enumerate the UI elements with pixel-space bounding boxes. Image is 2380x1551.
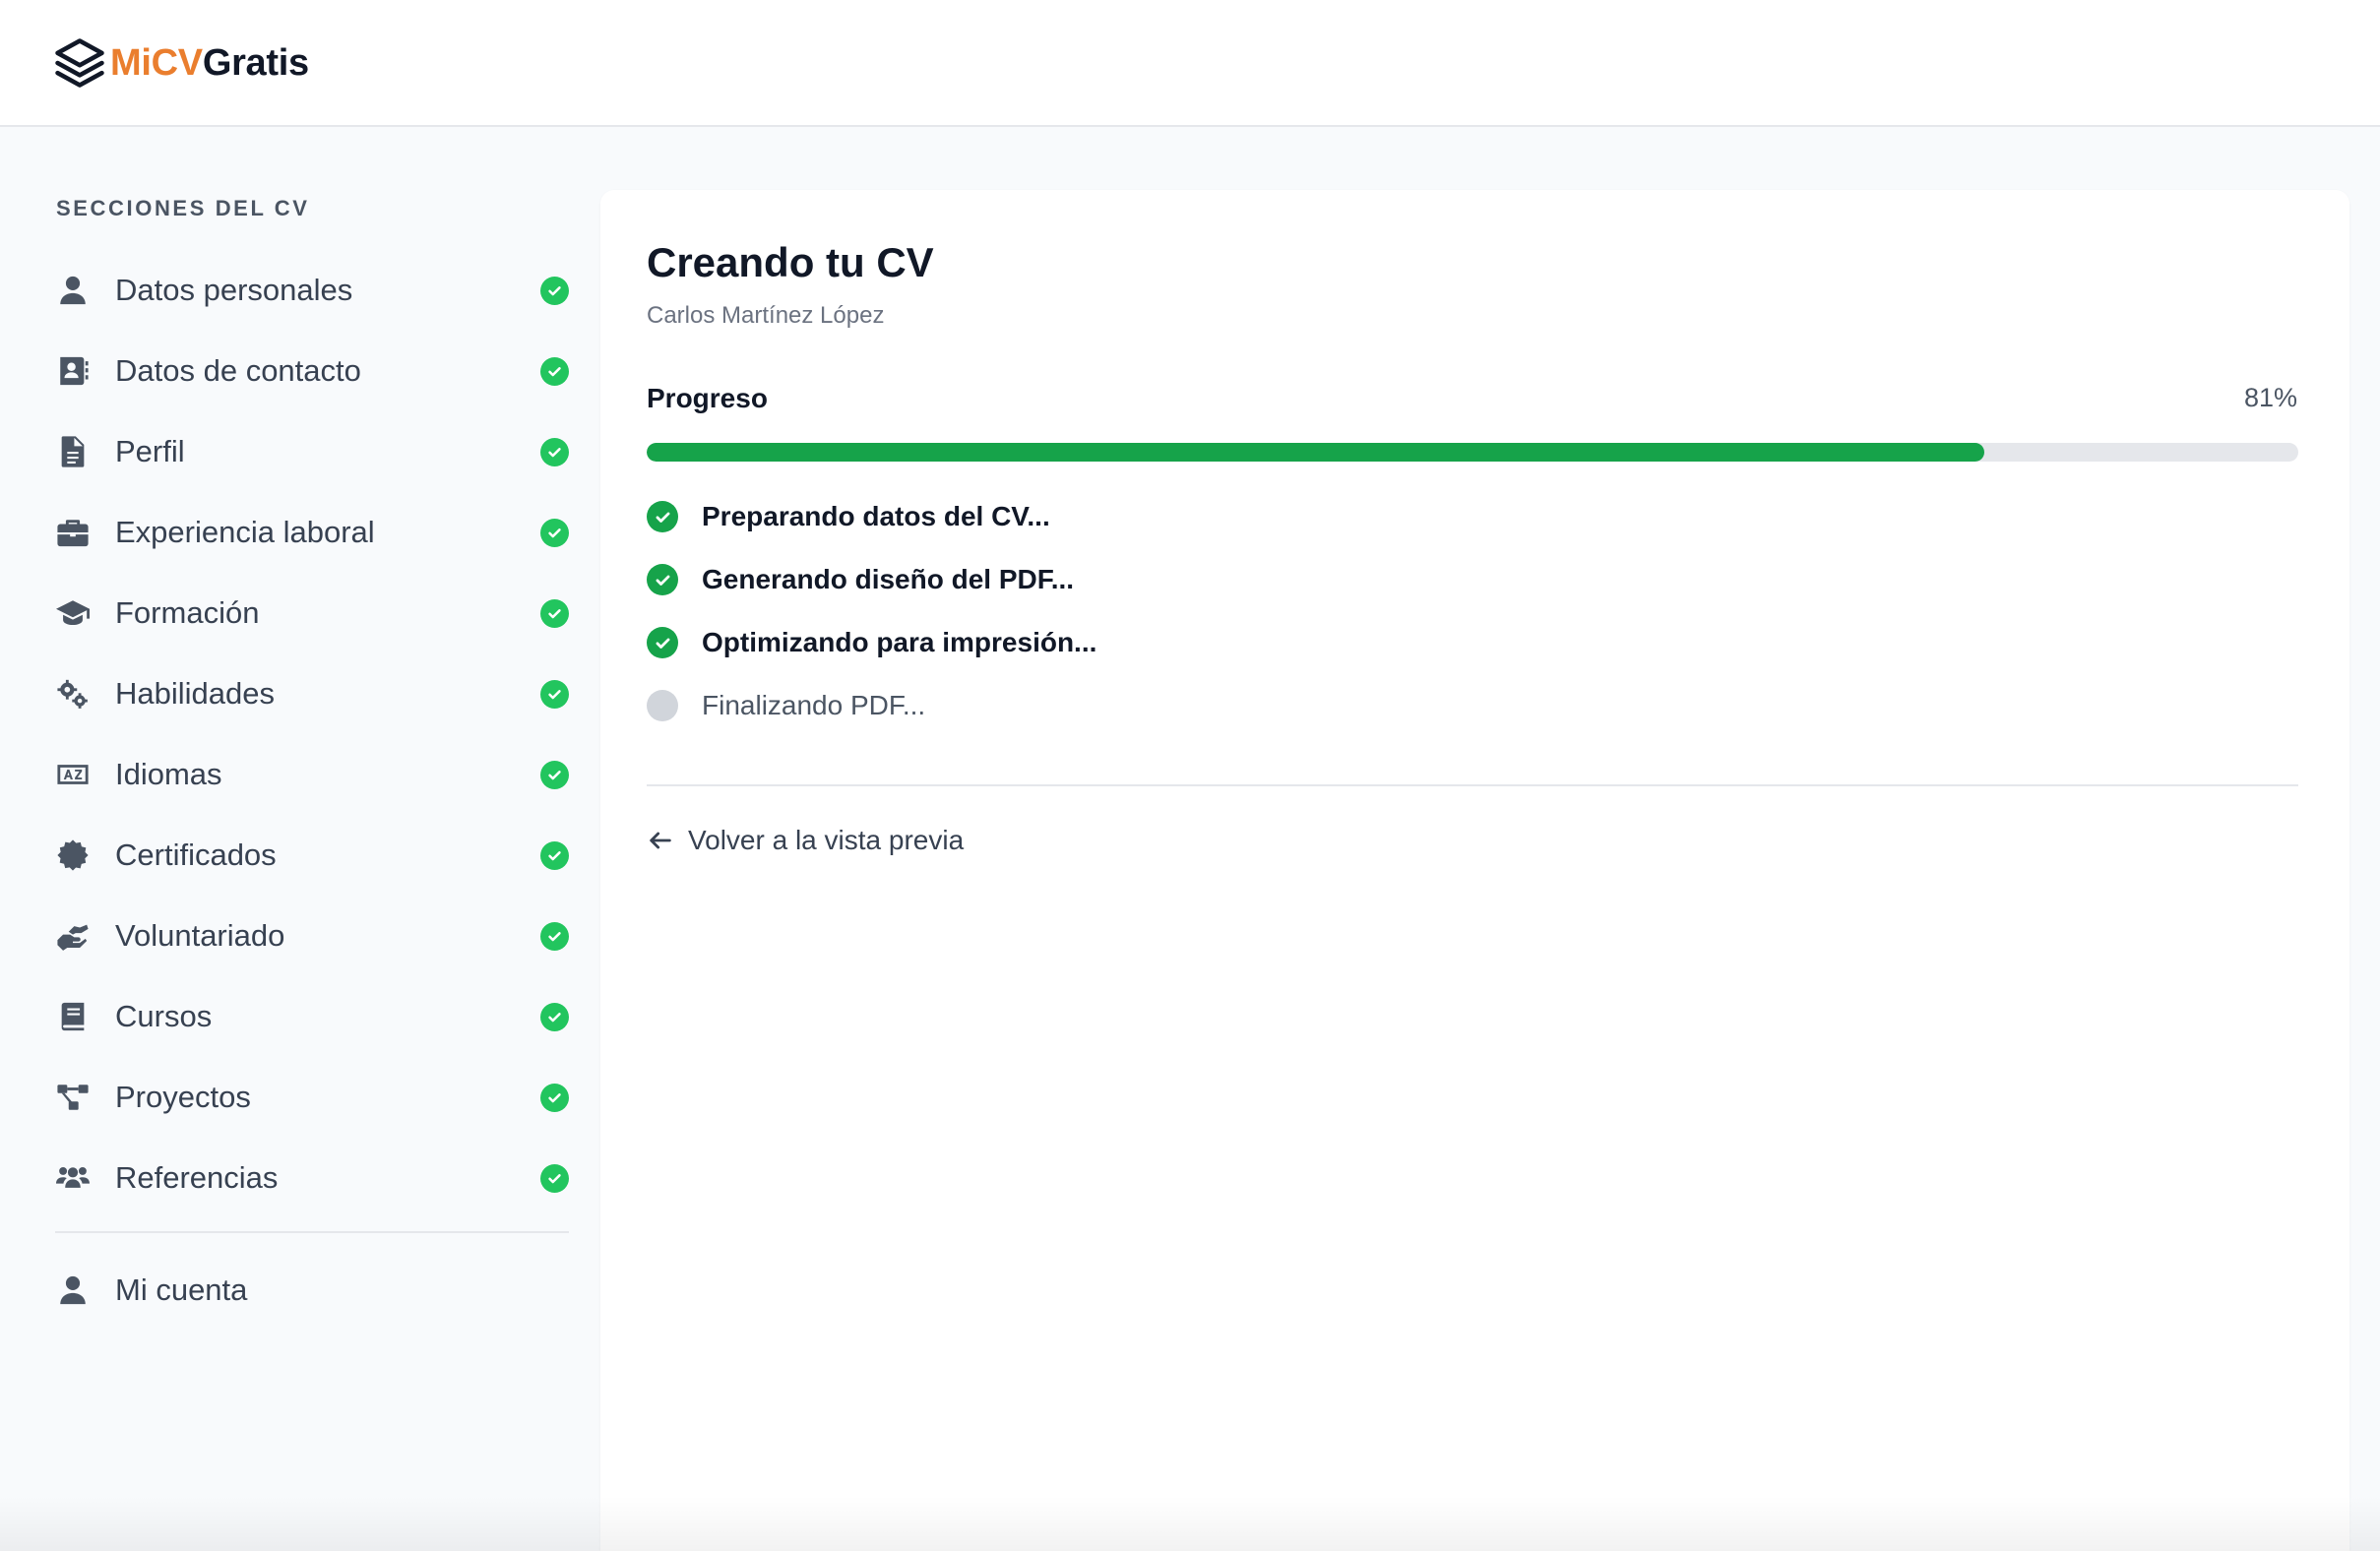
project-diagram-icon — [55, 1080, 91, 1115]
sidebar-item-label: Formación — [115, 595, 260, 630]
check-circle-icon — [540, 599, 569, 628]
progress-bar — [647, 443, 2298, 462]
sidebar-item-label: Idiomas — [115, 757, 222, 791]
sidebar-item-label: Datos de contacto — [115, 353, 361, 388]
language-icon — [55, 757, 91, 792]
sidebar-item-label: Certificados — [115, 838, 277, 872]
check-circle-icon — [647, 627, 678, 658]
sidebar: SECCIONES DEL CV Datos personales Datos … — [0, 129, 600, 1551]
progress-label: Progreso — [647, 383, 768, 413]
sidebar-item-datos-de-contacto[interactable]: Datos de contacto — [55, 340, 569, 403]
users-icon — [55, 1160, 91, 1196]
check-circle-icon — [540, 841, 569, 870]
step-label: Optimizando para impresión... — [702, 627, 1097, 657]
sidebar-item-habilidades[interactable]: Habilidades — [55, 662, 569, 725]
pending-circle-icon — [647, 690, 678, 721]
sidebar-item-formacion[interactable]: Formación — [55, 582, 569, 645]
step-item: Optimizando para impresión... — [647, 623, 1096, 662]
page-title: Creando tu CV — [647, 239, 934, 285]
cv-owner-name: Carlos Martínez López — [647, 302, 885, 329]
hands-helping-icon — [55, 918, 91, 954]
step-item: Finalizando PDF... — [647, 686, 925, 725]
check-circle-icon — [540, 519, 569, 547]
briefcase-icon — [55, 515, 91, 550]
sidebar-item-certificados[interactable]: Certificados — [55, 824, 569, 887]
gears-icon — [55, 676, 91, 712]
check-circle-icon — [540, 922, 569, 951]
layers-icon — [55, 38, 104, 88]
card-divider — [647, 784, 2298, 786]
arrow-left-icon — [650, 832, 671, 849]
logo-text-brand: MiCV — [110, 41, 203, 84]
step-item: Preparando datos del CV... — [647, 497, 1050, 536]
sidebar-heading: SECCIONES DEL CV — [56, 196, 310, 220]
check-circle-icon — [540, 277, 569, 305]
check-circle-icon — [540, 1084, 569, 1112]
sidebar-item-idiomas[interactable]: Idiomas — [55, 743, 569, 806]
document-icon — [55, 434, 91, 469]
sidebar-item-perfil[interactable]: Perfil — [55, 420, 569, 483]
certificate-icon — [55, 838, 91, 873]
logo-text: MiCVGratis — [110, 42, 309, 85]
sidebar-item-datos-personales[interactable]: Datos personales — [55, 259, 569, 322]
user-icon — [55, 1272, 91, 1308]
step-label: Generando diseño del PDF... — [702, 564, 1075, 594]
app-logo[interactable]: MiCVGratis — [53, 33, 309, 93]
sidebar-item-label: Voluntariado — [115, 918, 285, 953]
sidebar-divider — [55, 1231, 569, 1233]
sidebar-item-label: Perfil — [115, 434, 185, 468]
check-circle-icon — [540, 761, 569, 789]
graduation-cap-icon — [55, 595, 91, 631]
sidebar-item-cursos[interactable]: Cursos — [55, 985, 569, 1048]
sidebar-item-voluntariado[interactable]: Voluntariado — [55, 904, 569, 967]
step-label: Finalizando PDF... — [702, 690, 926, 720]
user-icon — [55, 273, 91, 308]
sidebar-item-label: Mi cuenta — [115, 1272, 248, 1307]
check-circle-icon — [540, 357, 569, 386]
address-book-icon — [55, 353, 91, 389]
progress-percentage: 81% — [2243, 383, 2297, 412]
progress-card: Creando tu CV Carlos Martínez López Prog… — [600, 190, 2349, 1551]
progress-bar-fill — [647, 443, 1985, 462]
sidebar-item-experiencia-laboral[interactable]: Experiencia laboral — [55, 501, 569, 564]
top-header: MiCVGratis — [0, 0, 2380, 127]
check-circle-icon — [540, 1003, 569, 1031]
check-circle-icon — [540, 438, 569, 466]
sidebar-item-label: Proyectos — [115, 1080, 251, 1114]
sidebar-item-referencias[interactable]: Referencias — [55, 1147, 569, 1210]
logo-text-suffix: Gratis — [202, 41, 309, 84]
step-item: Generando diseño del PDF... — [647, 560, 1074, 599]
sidebar-item-mi-cuenta[interactable]: Mi cuenta — [55, 1259, 569, 1322]
sidebar-item-label: Datos personales — [115, 273, 353, 307]
sidebar-item-label: Experiencia laboral — [115, 515, 375, 549]
step-label: Preparando datos del CV... — [702, 501, 1050, 531]
sidebar-item-label: Referencias — [115, 1160, 279, 1195]
check-circle-icon — [647, 564, 678, 595]
back-to-preview-link[interactable]: Volver a la vista previa — [647, 825, 964, 856]
back-link-label: Volver a la vista previa — [688, 825, 965, 855]
sidebar-item-proyectos[interactable]: Proyectos — [55, 1066, 569, 1129]
sidebar-item-label: Habilidades — [115, 676, 275, 711]
check-circle-icon — [540, 680, 569, 709]
book-icon — [55, 999, 91, 1034]
check-circle-icon — [540, 1164, 569, 1193]
sidebar-item-label: Cursos — [115, 999, 213, 1033]
check-circle-icon — [647, 501, 678, 532]
